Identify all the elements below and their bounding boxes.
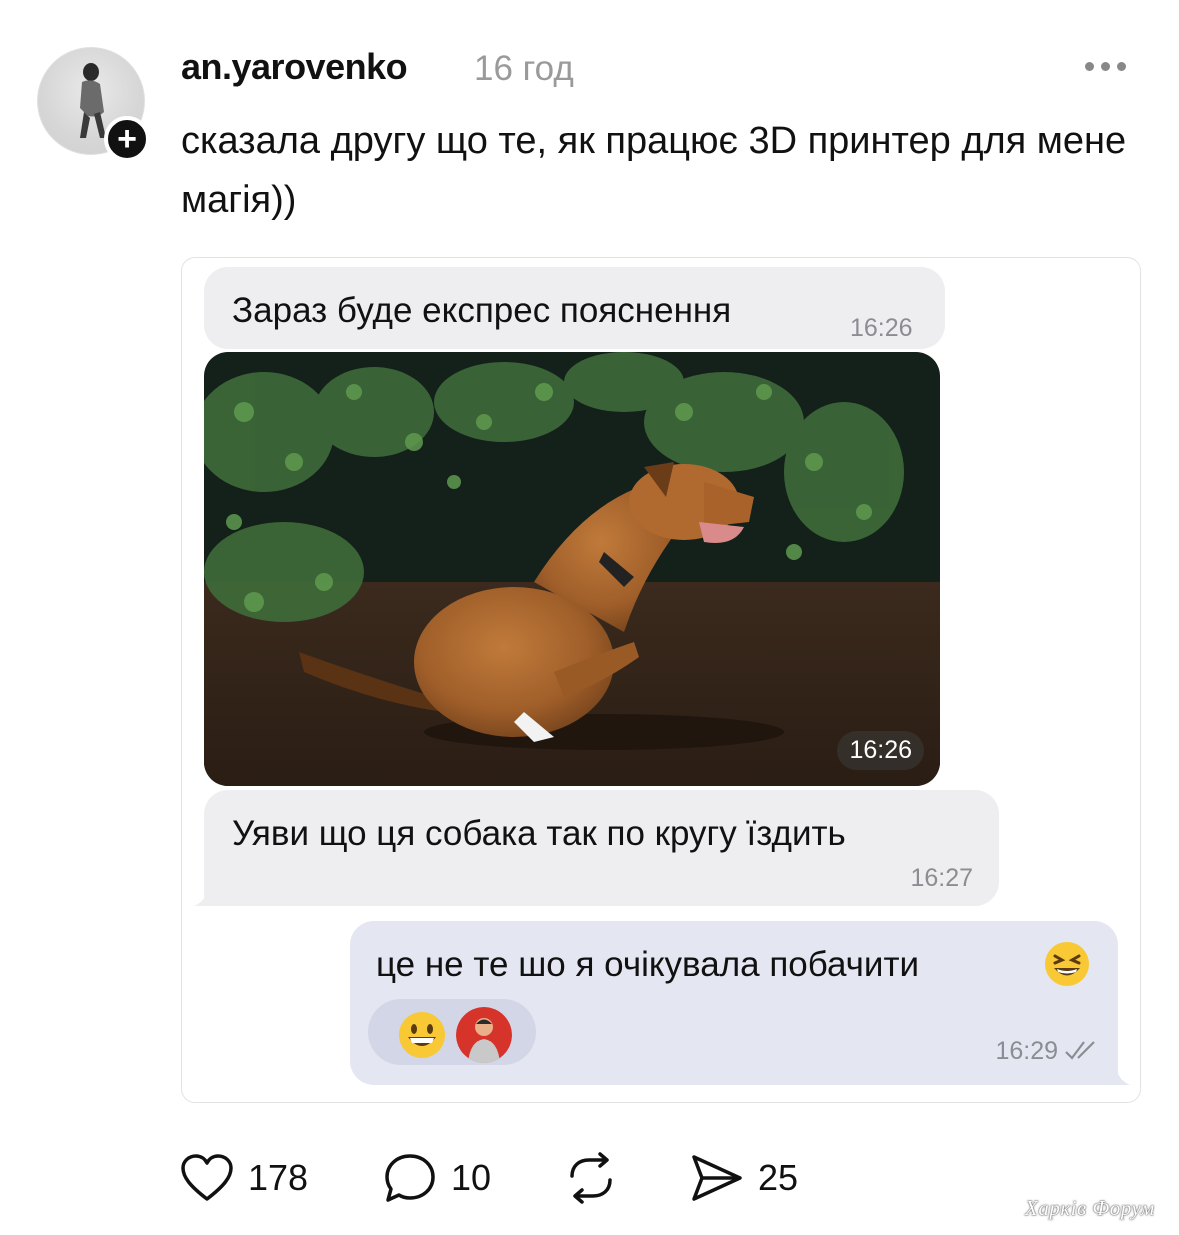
repost-button[interactable] <box>564 1150 618 1206</box>
read-checkmarks-icon <box>1065 1041 1095 1060</box>
username[interactable]: an.yarovenko <box>181 46 408 88</box>
post-caption: сказала другу що те, як працює 3D принте… <box>181 120 1127 221</box>
laughing-emoji-icon <box>1045 942 1089 986</box>
more-dots-icon[interactable] <box>1085 56 1133 76</box>
reactor-avatar <box>456 1007 512 1063</box>
comment-count: 10 <box>451 1157 492 1198</box>
post-time: 16 год <box>474 49 574 88</box>
avatar-figure <box>80 63 106 138</box>
watermark: Харків Форум <box>1025 1196 1155 1220</box>
share-button[interactable]: 25 <box>690 1150 798 1206</box>
bubble-tail-outgoing <box>1104 1063 1130 1085</box>
photo-time: 16:26 <box>837 731 924 770</box>
dog-photo[interactable]: 16:26 <box>204 352 940 786</box>
chat-screenshot: Зараз буде експрес пояснення 16:26 16:26… <box>181 257 1141 1103</box>
message-text: Зараз буде експрес пояснення <box>232 291 732 330</box>
repost-icon <box>570 1152 612 1204</box>
reactions-pill[interactable] <box>368 999 536 1065</box>
message-bubble-outgoing: це не те шо я очікувала побачити 16:29 <box>350 921 1118 1085</box>
message-text: це не те шо я очікувала побачити <box>376 945 920 984</box>
comment-icon <box>385 1154 435 1202</box>
post-actions: 178 10 25 <box>0 1150 1179 1206</box>
follow-plus-icon[interactable]: + <box>104 116 150 162</box>
message-time: 16:26 <box>850 314 913 342</box>
like-button[interactable]: 178 <box>180 1150 308 1206</box>
send-icon <box>692 1155 742 1201</box>
like-count: 178 <box>248 1157 309 1198</box>
message-bubble-incoming: Уяви що ця собака так по кругу їздить 16… <box>204 790 999 906</box>
message-text: Уяви що ця собака так по кругу їздить <box>232 814 846 853</box>
message-time: 16:29 <box>995 1037 1058 1065</box>
message-bubble-incoming: Зараз буде експрес пояснення 16:26 <box>204 267 945 349</box>
grinning-emoji-icon <box>399 1012 445 1058</box>
bubble-tail-incoming <box>194 884 220 906</box>
heart-icon <box>181 1154 233 1201</box>
share-count: 25 <box>758 1157 799 1198</box>
comment-button[interactable]: 10 <box>383 1150 491 1206</box>
message-time: 16:27 <box>910 864 973 892</box>
